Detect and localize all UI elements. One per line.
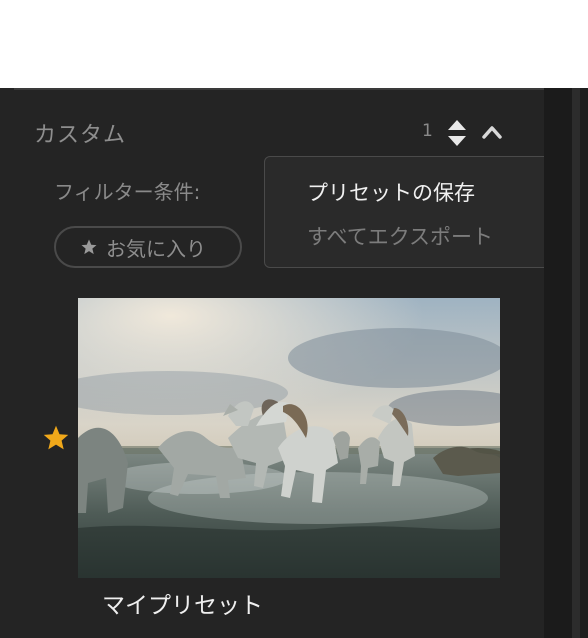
divider — [14, 88, 544, 90]
sort-stepper-icon[interactable] — [446, 118, 468, 148]
menu-item-export-all[interactable]: すべてエクスポート — [307, 221, 493, 251]
preset-count: 1 — [422, 121, 433, 141]
presets-panel-content: カスタム 1 フィルター条件: お気に入り マイプリセット プリセットの保存 す… — [0, 88, 574, 638]
section-title[interactable]: カスタム — [34, 117, 126, 149]
scrollbar-track[interactable] — [544, 88, 572, 638]
preset-options-menu: プリセットの保存 すべてエクスポート — [264, 156, 574, 268]
preset-thumbnail[interactable] — [78, 298, 500, 578]
chevron-up-icon[interactable] — [480, 120, 504, 144]
presets-panel: カスタム 1 フィルター条件: お気に入り マイプリセット プリセットの保存 す… — [0, 88, 588, 638]
star-icon — [81, 239, 97, 255]
menu-item-save-preset[interactable]: プリセットの保存 — [307, 177, 475, 207]
favorite-star-icon[interactable] — [42, 424, 70, 452]
filter-label: フィルター条件: — [54, 180, 201, 204]
favorite-filter-chip[interactable]: お気に入り — [54, 226, 242, 268]
scrollbar-edge — [572, 88, 580, 638]
preset-name[interactable]: マイプリセット — [102, 586, 263, 620]
favorite-chip-label: お気に入り — [106, 236, 206, 261]
